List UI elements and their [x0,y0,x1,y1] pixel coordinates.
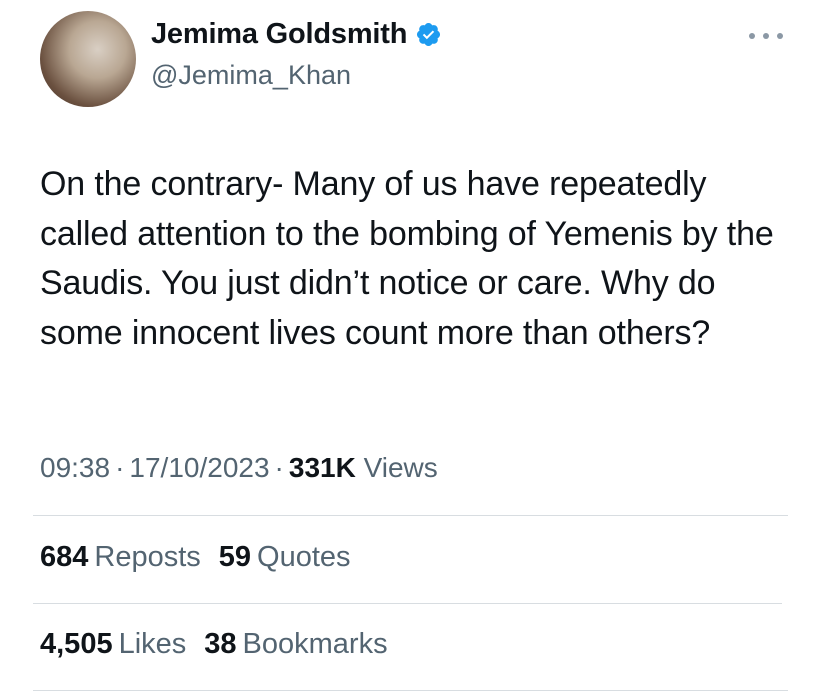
stats-row-likes: 4,505 Likes 38 Bookmarks [40,628,388,661]
reposts-stat[interactable]: 684 Reposts [40,541,201,574]
likes-stat[interactable]: 4,505 Likes [40,628,186,661]
bookmarks-stat[interactable]: 38 Bookmarks [204,628,387,661]
more-dot [763,33,769,39]
tweet-meta: 09:38 · 17/10/2023 · 331K Views [40,452,438,484]
meta-separator: · [274,452,284,483]
divider [33,603,782,604]
more-dot [749,33,755,39]
author-display-name[interactable]: Jemima Goldsmith [151,18,407,51]
author-handle[interactable]: @Jemima_Khan [151,60,351,91]
reposts-label: Reposts [94,541,201,573]
author-name-row: Jemima Goldsmith [151,18,442,51]
quotes-label: Quotes [257,541,351,573]
views-label: Views [363,452,438,483]
meta-separator: · [115,452,125,483]
more-dot [777,33,783,39]
quotes-stat[interactable]: 59 Quotes [219,541,351,574]
stats-row-reposts: 684 Reposts 59 Quotes [40,541,351,574]
more-options-icon[interactable] [749,26,783,46]
tweet-card: Jemima Goldsmith @Jemima_Khan On the con… [0,0,815,693]
tweet-text: On the contrary- Many of us have repeate… [40,165,774,352]
bookmarks-label: Bookmarks [242,628,388,660]
quotes-count: 59 [218,541,252,573]
likes-count: 4,505 [40,628,113,660]
bookmarks-count: 38 [204,628,237,660]
likes-label: Likes [118,628,187,660]
tweet-time[interactable]: 09:38 [40,452,110,483]
avatar[interactable] [40,11,136,107]
views-count: 331K [288,452,356,483]
divider [33,515,788,516]
tweet-date[interactable]: 17/10/2023 [129,452,269,483]
verified-badge-icon [417,22,441,47]
divider [33,690,788,691]
reposts-count: 684 [40,541,89,573]
